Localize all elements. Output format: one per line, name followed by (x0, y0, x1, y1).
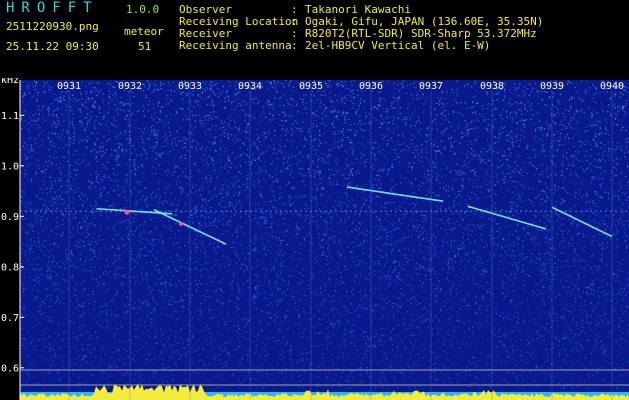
y-tick-label: 0.9 (1, 212, 19, 223)
capture-datetime: 25.11.22 09:30 (6, 40, 99, 53)
y-axis-unit: kHz (1, 78, 19, 86)
station-info: Observer: Takanori Kawachi Receiving Loca… (179, 4, 543, 52)
info-value: 2el-HB9CV Vertical (el. E-W) (305, 39, 491, 52)
x-tick-label: 0934 (238, 81, 262, 92)
plot-area (20, 80, 629, 400)
x-tick-label: 0937 (419, 81, 443, 92)
spectrogram-chart: kHz 0931 0932 0933 0934 0935 0936 0937 0938 0939… (0, 78, 629, 400)
x-tick-label: 0933 (178, 81, 202, 92)
meteor-head-echo (179, 221, 183, 226)
y-tick-label: 0.8 (1, 262, 19, 273)
hrofft-window: HROFFT 1.0.0 2511220930.png 25.11.22 09:… (0, 0, 629, 400)
info-row-antenna: Receiving antenna:2el-HB9CV Vertical (el… (179, 40, 543, 52)
info-separator: : (291, 39, 298, 52)
meteor-head-echo (124, 209, 130, 215)
file-name: 2511220930.png (6, 20, 99, 33)
x-tick-label: 0939 (540, 81, 564, 92)
app-name: HROFFT (6, 0, 99, 16)
x-tick-label: 0936 (359, 81, 383, 92)
app-version: 1.0.0 (126, 3, 160, 16)
info-key: Receiving antenna (179, 39, 292, 52)
y-tick-label: 0.6 (1, 363, 19, 374)
x-tick-label: 0932 (118, 81, 142, 92)
x-tick-label: 0940 (600, 81, 624, 92)
y-tick-label: 0.7 (1, 313, 19, 324)
x-tick-label: 0938 (480, 81, 504, 92)
y-tick-label: 1.1 (1, 111, 19, 122)
y-tick-label: 1.0 (1, 161, 19, 172)
x-tick-label: 0935 (299, 81, 323, 92)
meteor-count: 51 (138, 40, 152, 53)
x-tick-label: 0931 (57, 81, 81, 92)
meteor-label: meteor (124, 25, 164, 38)
